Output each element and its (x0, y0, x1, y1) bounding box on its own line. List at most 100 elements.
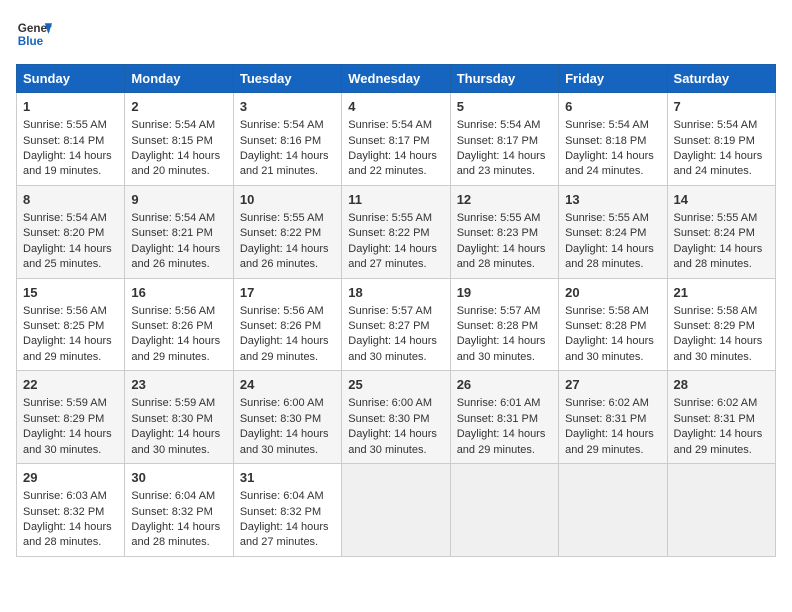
day-info: Daylight: 14 hours (348, 149, 443, 164)
day-number: 17 (240, 284, 335, 302)
calendar-cell: 11Sunrise: 5:55 AMSunset: 8:22 PMDayligh… (342, 185, 450, 278)
day-info: Sunset: 8:26 PM (240, 319, 335, 334)
header-cell-sunday: Sunday (17, 65, 125, 93)
day-info: Daylight: 14 hours (23, 149, 118, 164)
day-info: Sunset: 8:22 PM (348, 226, 443, 241)
day-info: Sunrise: 6:04 AM (240, 489, 335, 504)
day-number: 22 (23, 376, 118, 394)
header-cell-saturday: Saturday (667, 65, 775, 93)
day-info: and 30 minutes. (131, 443, 226, 458)
calendar-cell: 12Sunrise: 5:55 AMSunset: 8:23 PMDayligh… (450, 185, 558, 278)
day-info: Sunset: 8:22 PM (240, 226, 335, 241)
day-info: Daylight: 14 hours (674, 334, 769, 349)
calendar-cell: 4Sunrise: 5:54 AMSunset: 8:17 PMDaylight… (342, 93, 450, 186)
day-number: 27 (565, 376, 660, 394)
day-number: 18 (348, 284, 443, 302)
day-info: Sunset: 8:15 PM (131, 134, 226, 149)
day-info: and 30 minutes. (674, 350, 769, 365)
day-info: Sunset: 8:27 PM (348, 319, 443, 334)
day-info: and 27 minutes. (348, 257, 443, 272)
calendar-cell: 7Sunrise: 5:54 AMSunset: 8:19 PMDaylight… (667, 93, 775, 186)
day-info: and 19 minutes. (23, 164, 118, 179)
day-info: and 29 minutes. (565, 443, 660, 458)
day-info: Sunset: 8:32 PM (23, 505, 118, 520)
day-info: Sunset: 8:17 PM (348, 134, 443, 149)
day-info: and 28 minutes. (23, 535, 118, 550)
day-info: and 28 minutes. (457, 257, 552, 272)
calendar-cell: 16Sunrise: 5:56 AMSunset: 8:26 PMDayligh… (125, 278, 233, 371)
day-number: 23 (131, 376, 226, 394)
day-info: Sunrise: 6:02 AM (565, 396, 660, 411)
day-info: Sunset: 8:29 PM (23, 412, 118, 427)
day-info: Sunset: 8:30 PM (131, 412, 226, 427)
calendar-cell: 27Sunrise: 6:02 AMSunset: 8:31 PMDayligh… (559, 371, 667, 464)
day-number: 25 (348, 376, 443, 394)
day-info: Sunrise: 5:57 AM (457, 304, 552, 319)
calendar-cell: 28Sunrise: 6:02 AMSunset: 8:31 PMDayligh… (667, 371, 775, 464)
day-number: 30 (131, 469, 226, 487)
calendar-cell: 2Sunrise: 5:54 AMSunset: 8:15 PMDaylight… (125, 93, 233, 186)
day-info: Sunrise: 5:59 AM (131, 396, 226, 411)
day-info: Sunset: 8:31 PM (674, 412, 769, 427)
day-info: Sunset: 8:29 PM (674, 319, 769, 334)
calendar-cell: 22Sunrise: 5:59 AMSunset: 8:29 PMDayligh… (17, 371, 125, 464)
day-number: 3 (240, 98, 335, 116)
day-info: Sunrise: 6:02 AM (674, 396, 769, 411)
day-info: Sunrise: 6:00 AM (240, 396, 335, 411)
day-number: 8 (23, 191, 118, 209)
day-info: and 29 minutes. (674, 443, 769, 458)
calendar-cell: 6Sunrise: 5:54 AMSunset: 8:18 PMDaylight… (559, 93, 667, 186)
day-info: Daylight: 14 hours (674, 149, 769, 164)
calendar-table: SundayMondayTuesdayWednesdayThursdayFrid… (16, 64, 776, 557)
day-info: Sunset: 8:28 PM (457, 319, 552, 334)
day-info: Sunrise: 5:58 AM (565, 304, 660, 319)
day-number: 13 (565, 191, 660, 209)
day-info: Daylight: 14 hours (565, 242, 660, 257)
day-info: Sunrise: 5:54 AM (23, 211, 118, 226)
day-number: 7 (674, 98, 769, 116)
calendar-cell (559, 464, 667, 557)
day-info: and 22 minutes. (348, 164, 443, 179)
day-info: Sunrise: 5:54 AM (131, 118, 226, 133)
day-info: Sunrise: 5:54 AM (348, 118, 443, 133)
day-info: and 28 minutes. (131, 535, 226, 550)
week-row-1: 1Sunrise: 5:55 AMSunset: 8:14 PMDaylight… (17, 93, 776, 186)
day-number: 10 (240, 191, 335, 209)
day-info: and 30 minutes. (348, 350, 443, 365)
day-info: Daylight: 14 hours (565, 334, 660, 349)
day-info: and 29 minutes. (23, 350, 118, 365)
day-info: Daylight: 14 hours (348, 427, 443, 442)
week-row-3: 15Sunrise: 5:56 AMSunset: 8:25 PMDayligh… (17, 278, 776, 371)
day-info: and 23 minutes. (457, 164, 552, 179)
calendar-cell: 3Sunrise: 5:54 AMSunset: 8:16 PMDaylight… (233, 93, 341, 186)
header-row: SundayMondayTuesdayWednesdayThursdayFrid… (17, 65, 776, 93)
day-info: Sunset: 8:16 PM (240, 134, 335, 149)
day-info: and 30 minutes. (240, 443, 335, 458)
calendar-cell: 19Sunrise: 5:57 AMSunset: 8:28 PMDayligh… (450, 278, 558, 371)
calendar-cell (450, 464, 558, 557)
day-number: 12 (457, 191, 552, 209)
day-info: Sunset: 8:20 PM (23, 226, 118, 241)
calendar-cell: 13Sunrise: 5:55 AMSunset: 8:24 PMDayligh… (559, 185, 667, 278)
day-info: Sunset: 8:18 PM (565, 134, 660, 149)
day-info: Daylight: 14 hours (23, 334, 118, 349)
day-info: Daylight: 14 hours (240, 334, 335, 349)
day-number: 29 (23, 469, 118, 487)
day-info: Daylight: 14 hours (348, 334, 443, 349)
day-info: and 30 minutes. (457, 350, 552, 365)
day-info: Sunrise: 6:01 AM (457, 396, 552, 411)
week-row-5: 29Sunrise: 6:03 AMSunset: 8:32 PMDayligh… (17, 464, 776, 557)
day-info: Daylight: 14 hours (131, 149, 226, 164)
day-info: Sunset: 8:24 PM (565, 226, 660, 241)
day-info: Sunset: 8:32 PM (240, 505, 335, 520)
calendar-cell: 9Sunrise: 5:54 AMSunset: 8:21 PMDaylight… (125, 185, 233, 278)
calendar-cell (342, 464, 450, 557)
day-number: 15 (23, 284, 118, 302)
day-info: Daylight: 14 hours (23, 427, 118, 442)
header-cell-friday: Friday (559, 65, 667, 93)
day-info: Sunrise: 5:55 AM (674, 211, 769, 226)
calendar-cell: 1Sunrise: 5:55 AMSunset: 8:14 PMDaylight… (17, 93, 125, 186)
day-info: Sunrise: 5:57 AM (348, 304, 443, 319)
day-info: Sunrise: 5:55 AM (23, 118, 118, 133)
day-number: 19 (457, 284, 552, 302)
